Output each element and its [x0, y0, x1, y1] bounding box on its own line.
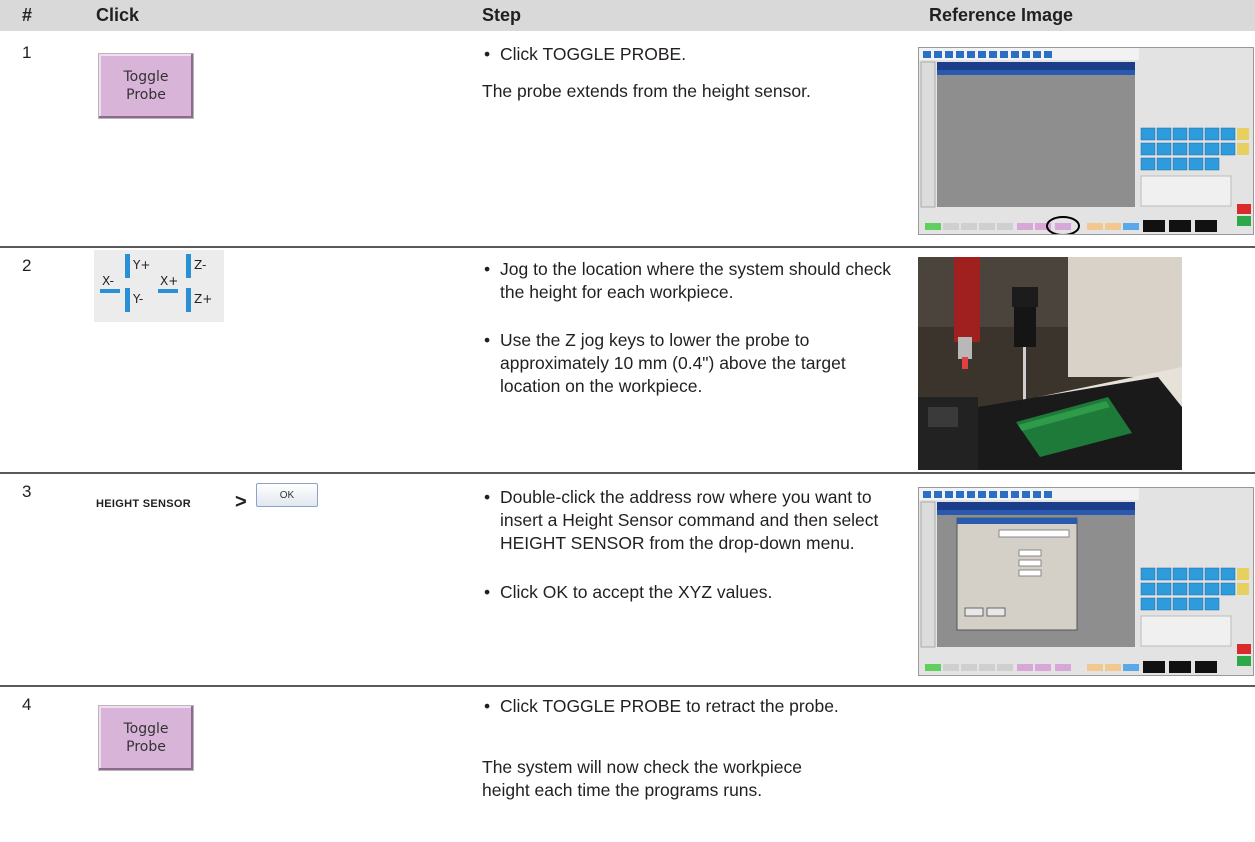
toggle-probe-label: Toggle Probe	[123, 721, 169, 755]
row-3-step-2: Click OK to accept the XYZ values.	[482, 581, 902, 604]
left-arrow-icon	[100, 289, 120, 293]
height-sensor-label: HEIGHT SENSOR	[96, 498, 191, 510]
y-minus-key[interactable]: Y-	[125, 286, 153, 316]
col-click-header: Click	[96, 5, 140, 25]
row-3-step-1: Double-click the address row where you w…	[482, 486, 902, 555]
row-2-step-2: Use the Z jog keys to lower the probe to…	[482, 329, 902, 398]
jog-keys: X- Y+ Y- X+ Z- Z+	[94, 250, 224, 322]
menu-separator: >	[235, 491, 247, 513]
row-2-step-1: Jog to the location where the system sho…	[482, 258, 902, 304]
row-4-note: The system will now check the workpiece …	[482, 757, 802, 800]
row-4-step-1: Click TOGGLE PROBE to retract the probe.	[482, 695, 902, 718]
col-num-header: #	[22, 5, 33, 25]
col-ref-header: Reference Image	[929, 5, 1074, 25]
row-divider	[0, 472, 1255, 474]
col-step-header: Step	[482, 5, 522, 25]
z-minus-key[interactable]: Z-	[186, 252, 218, 282]
z-plus-key[interactable]: Z+	[186, 286, 218, 316]
down-arrow-icon	[125, 288, 130, 312]
height-sensor-dialog-screenshot	[918, 487, 1254, 676]
right-arrow-icon	[158, 289, 178, 293]
row-divider	[0, 685, 1255, 687]
toggle-probe-label: Toggle Probe	[123, 69, 169, 103]
probe-position-photo	[918, 257, 1182, 470]
table-header: # Click Step Reference Image	[0, 0, 1255, 31]
row-2-number: 2	[22, 256, 32, 275]
up-arrow-icon	[186, 254, 191, 278]
toggle-probe-screenshot	[918, 47, 1254, 235]
row-1-step-1: Click TOGGLE PROBE.	[482, 43, 902, 66]
row-3-number: 3	[22, 482, 32, 501]
row-1-note: The probe extends from the height sensor…	[482, 81, 811, 101]
x-plus-key[interactable]: X+	[156, 274, 182, 296]
toggle-probe-button[interactable]: Toggle Probe	[98, 705, 194, 771]
toggle-probe-button[interactable]: Toggle Probe	[98, 53, 194, 119]
down-arrow-icon	[186, 288, 191, 312]
y-plus-key[interactable]: Y+	[125, 252, 153, 282]
x-minus-key[interactable]: X-	[98, 274, 124, 296]
row-divider	[0, 246, 1255, 248]
row-1-number: 1	[22, 43, 32, 62]
row-4-number: 4	[22, 695, 32, 714]
up-arrow-icon	[125, 254, 130, 278]
ok-button[interactable]: OK	[256, 483, 318, 507]
